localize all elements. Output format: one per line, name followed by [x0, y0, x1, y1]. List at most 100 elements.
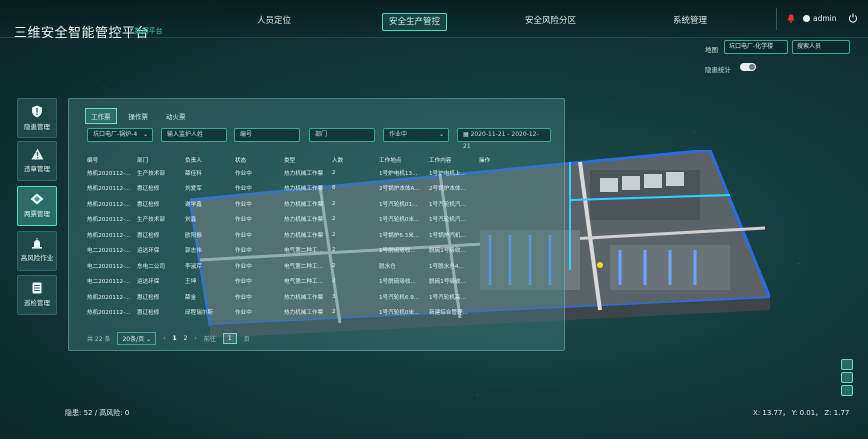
- table-cell: 薛金: [185, 294, 197, 301]
- column-header: 工作内容: [429, 157, 452, 164]
- table-row[interactable]: 热机2020112-... 惠辽检修 薛金 作业中 热力机械工作票 3 1号汽轮机6.9..…: [87, 289, 519, 305]
- chevron-down-icon: ⌄: [438, 131, 444, 138]
- table-cell: 东电二公司: [137, 263, 165, 270]
- goto-label: 前往: [203, 336, 216, 343]
- table-cell: 1号脱水仓4...: [429, 263, 464, 270]
- nav-risk-zoning[interactable]: 安全风险分区: [525, 13, 576, 31]
- table-cell: 1号炉电机上...: [429, 170, 466, 177]
- row-action-cell[interactable]: [479, 212, 519, 228]
- column-header: 负责人: [185, 157, 202, 164]
- table-cell: 电二2020112-...: [87, 248, 131, 255]
- nav-personnel-location[interactable]: 人员定位: [257, 13, 291, 31]
- table-cell: 1号炉电机13...: [379, 170, 418, 177]
- table-cell: 2: [332, 169, 336, 176]
- row-action-cell[interactable]: [479, 258, 519, 274]
- guardian-input[interactable]: 输入监护人姓: [161, 128, 227, 142]
- table-row[interactable]: 电二2020112-... 运达环保 郭志伟 作业中 电气第二种工... 2 1号脱硫吸收.…: [87, 243, 519, 259]
- sidebar-item-high-risk-work[interactable]: 高风险作业: [17, 231, 57, 271]
- table-cell: 脱硫1号吸收...: [429, 279, 466, 286]
- table-row[interactable]: 电二2020112-... 运达环保 王坤 作业中 电气第二种工... 2 1号脱硫吸收..…: [87, 274, 519, 290]
- table-cell: 郭志伟: [185, 248, 202, 255]
- table-cell: 电二2020112-...: [87, 279, 131, 286]
- table-row[interactable]: 热机2020112-... 惠辽检修 谢学鑫 作业中 热力机械工作票 2 1号汽轮机01..…: [87, 196, 519, 212]
- table-cell: 作业中: [235, 310, 252, 317]
- locate-button[interactable]: [841, 385, 853, 396]
- table-row[interactable]: 热机2020112-... 生产技术部 薛佳科 作业中 热力机械工作票 2 1号炉电机13.…: [87, 165, 519, 181]
- table-cell: 惠辽检修: [137, 201, 160, 208]
- nav-safety-production-control[interactable]: 安全生产管控: [382, 13, 448, 31]
- table-cell: 1号脱硫吸收...: [379, 248, 416, 255]
- nav-system-management[interactable]: 系统管理: [673, 13, 707, 31]
- table-row[interactable]: 热机2020112-... 惠辽检修 刘爱军 作业中 热力机械工作票 8 2号锅炉本体A..…: [87, 181, 519, 197]
- row-action-cell[interactable]: [479, 227, 519, 243]
- work-ticket-panel: 工作票 操作票 动火票 坑口电厂-锅炉-4 ⌄ 输入监护人姓 编号 部门 作业中…: [68, 98, 565, 351]
- department-input-placeholder: 部门: [315, 131, 328, 138]
- tab-operation-ticket[interactable]: 操作票: [123, 108, 155, 124]
- row-action-cell[interactable]: [479, 165, 519, 181]
- sidebar-item-label: 隐患管理: [24, 123, 50, 131]
- table-cell: 1号汽轮机0米...: [379, 310, 420, 317]
- number-input-placeholder: 编号: [240, 131, 253, 138]
- table-cell: 生产技术部: [137, 217, 165, 224]
- row-action-cell[interactable]: [479, 305, 519, 321]
- power-icon[interactable]: [848, 13, 858, 23]
- search-person-input[interactable]: 搜索人员: [792, 40, 850, 54]
- table-cell: 2: [332, 200, 336, 207]
- table-cell: 3: [332, 293, 336, 300]
- ticket-tabs: 工作票 操作票 动火票: [85, 108, 192, 124]
- goto-suffix: 页: [243, 336, 250, 343]
- sidebar-item-inspection-management[interactable]: 巡检管理: [17, 275, 57, 315]
- page-size-value: 20条/页: [122, 336, 145, 343]
- table-cell: 运达环保: [137, 279, 160, 286]
- status-select[interactable]: 作业中 ⌄: [383, 128, 449, 142]
- camera-coordinates: X: 13.77， Y: 0.01， Z: 1.77: [753, 409, 850, 417]
- number-input[interactable]: 编号: [234, 128, 300, 142]
- sidebar-item-two-tickets[interactable]: 两票管理: [17, 186, 57, 226]
- table-cell: 惠辽检修: [137, 186, 160, 193]
- table-row[interactable]: 热机2020112-... 惠辽检修 欧阳振 作业中 热力机械工作票 2 1号锅炉6.3米.…: [87, 227, 519, 243]
- goto-page-input[interactable]: 1: [222, 333, 237, 344]
- table-cell: 1号锅炉汽机...: [429, 232, 466, 239]
- rotate-view-button[interactable]: [841, 359, 853, 370]
- map-select[interactable]: 坑口电厂-化学楼: [724, 40, 788, 54]
- table-cell: 热力机械工作票: [284, 170, 324, 177]
- row-action-cell[interactable]: [479, 181, 519, 197]
- next-page-icon[interactable]: ›: [194, 335, 196, 342]
- prev-page-icon[interactable]: ‹: [163, 335, 165, 342]
- table-cell: 电气第二种工...: [284, 248, 323, 255]
- table-cell: 作业中: [235, 294, 252, 301]
- hazard-stats-label: 隐患统计: [705, 66, 731, 74]
- row-action-cell[interactable]: [479, 289, 519, 305]
- reset-view-button[interactable]: [841, 372, 853, 383]
- sidebar-item-violation-management[interactable]: 违章管理: [17, 141, 57, 181]
- row-action-cell[interactable]: [479, 196, 519, 212]
- table-body: 热机2020112-... 生产技术部 薛佳科 作业中 热力机械工作票 2 1号炉电机13.…: [87, 165, 519, 320]
- sidebar-item-hazard-management[interactable]: 隐患管理: [17, 98, 57, 138]
- tab-work-ticket[interactable]: 工作票: [85, 108, 117, 124]
- avatar-icon: [803, 15, 810, 22]
- user-menu[interactable]: admin: [803, 14, 837, 23]
- table-cell: 2: [332, 216, 336, 223]
- page-2[interactable]: 2: [184, 335, 188, 342]
- department-input[interactable]: 部门: [309, 128, 375, 142]
- status-select-value: 作业中: [389, 131, 408, 138]
- hazard-stats-toggle[interactable]: [740, 63, 756, 71]
- tab-hot-work-ticket[interactable]: 动火票: [160, 108, 192, 124]
- unit-select[interactable]: 坑口电厂-锅炉-4 ⌄: [87, 128, 153, 142]
- table-row[interactable]: 热机2020112-... 惠辽检修 邱程瑞尔斯 作业中 热力机械工作票 2 1号汽轮机0米…: [87, 305, 519, 321]
- table-cell: 刘鑫: [185, 217, 197, 224]
- table-cell: 2: [332, 262, 336, 269]
- table-cell: 惠辽检修: [137, 232, 160, 239]
- row-action-cell[interactable]: [479, 243, 519, 259]
- page-size-select[interactable]: 20条/页 ⌄: [117, 332, 157, 345]
- table-row[interactable]: 热机2020112-... 生产技术部 刘鑫 作业中 热力机械工作票 2 1号汽轮机0米..…: [87, 212, 519, 228]
- table-row[interactable]: 电二2020112-... 东电二公司 李淑芹 作业中 电气第二种工... 2 脱水仓 1号脱…: [87, 258, 519, 274]
- sidebar-item-label: 巡检管理: [24, 299, 50, 307]
- table-cell: 1号汽轮机高...: [429, 294, 466, 301]
- table-cell: 热力机械工作票: [284, 310, 324, 317]
- date-range-picker[interactable]: ▦ 2020-11-21 - 2020-12-21: [457, 128, 551, 150]
- row-action-cell[interactable]: [479, 274, 519, 290]
- table-cell: 2: [332, 247, 336, 254]
- bell-icon[interactable]: [787, 14, 795, 23]
- page-1[interactable]: 1: [172, 335, 176, 342]
